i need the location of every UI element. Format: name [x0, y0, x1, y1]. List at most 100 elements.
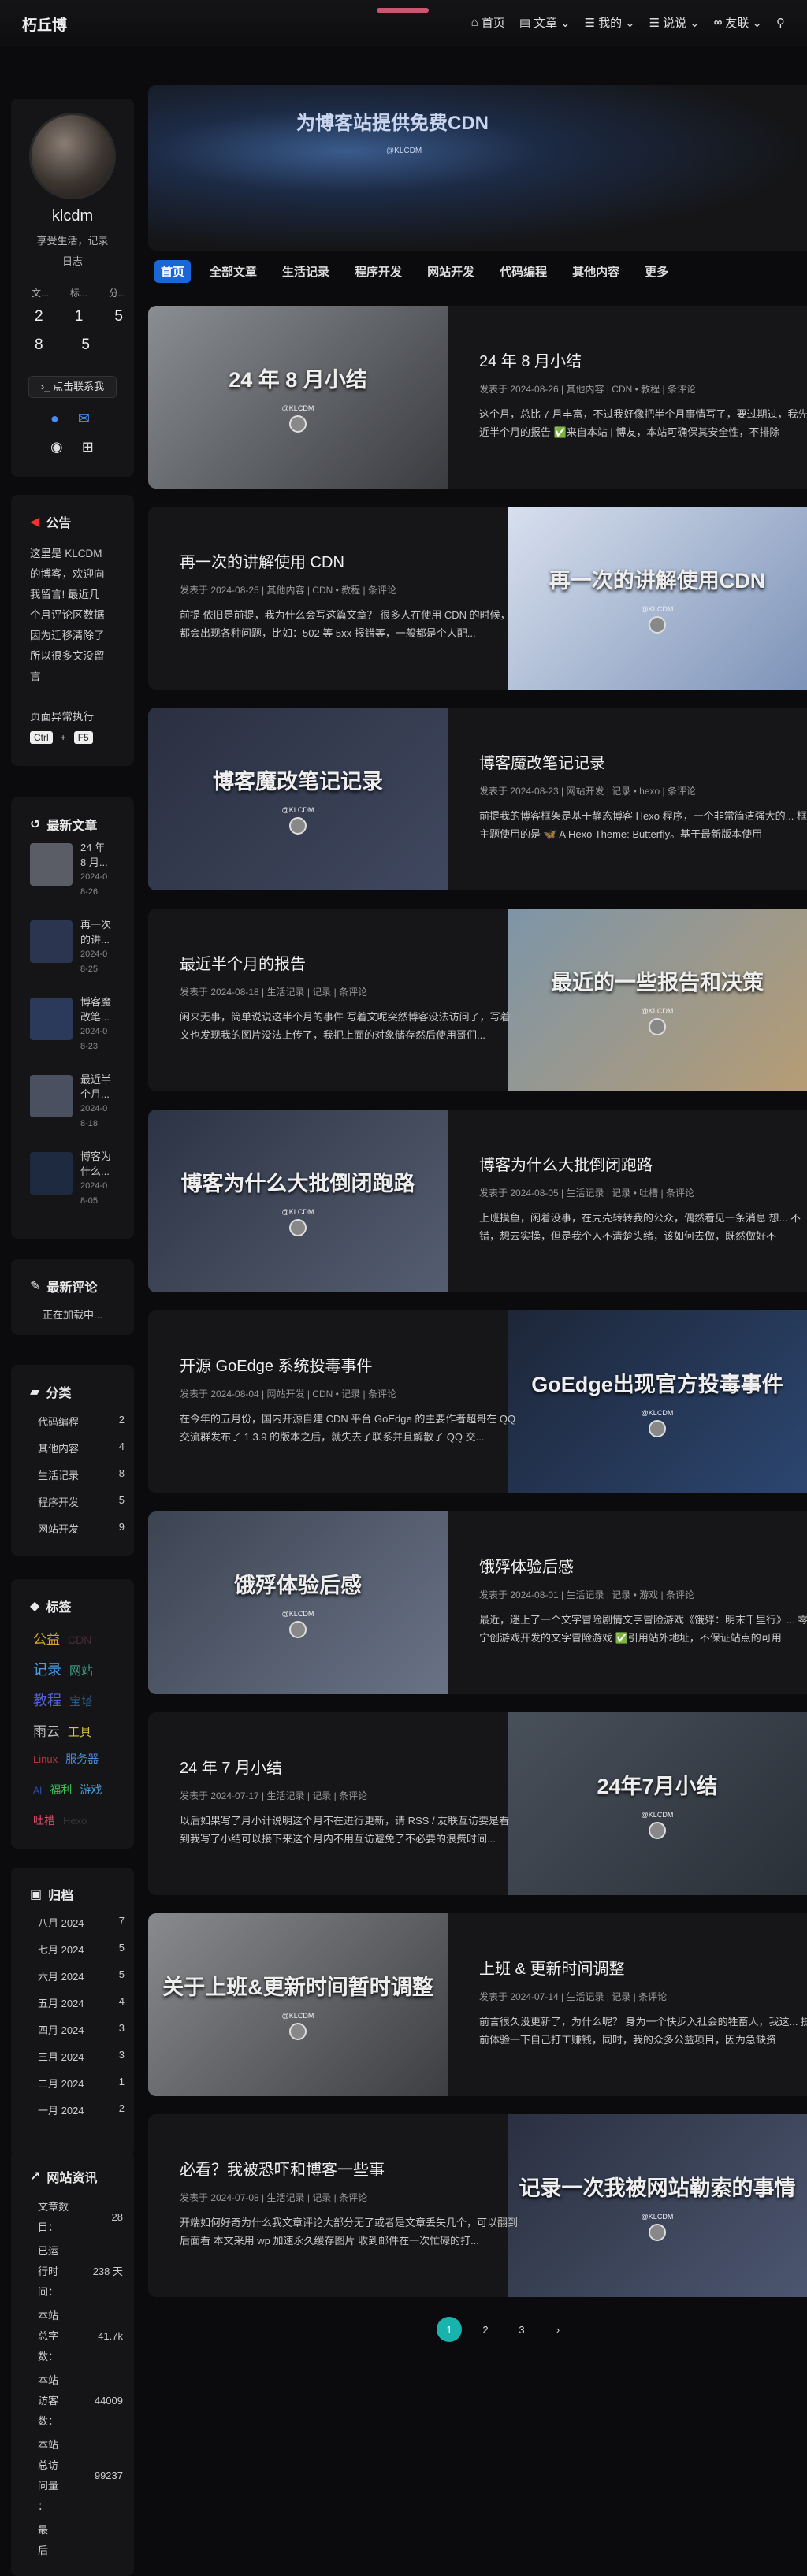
tag-item[interactable]: 吐槽: [33, 1812, 55, 1828]
recent-post-thumb[interactable]: [30, 920, 73, 963]
post-title[interactable]: 24 年 8 月小结: [479, 348, 807, 371]
tag-row: Linux 服务器: [33, 1751, 99, 1767]
tag-item[interactable]: Hexo: [63, 1815, 87, 1827]
recent-post-thumb[interactable]: [30, 843, 73, 886]
archive-item[interactable]: 七月 2024 5: [38, 1942, 125, 1957]
post-title[interactable]: 24 年 7 月小结: [180, 1755, 519, 1778]
tab-7[interactable]: 更多: [638, 260, 675, 283]
category-item[interactable]: 程序开发 5: [38, 1494, 125, 1509]
recent-post-thumb[interactable]: [30, 998, 73, 1040]
tag-item[interactable]: 公益: [33, 1628, 60, 1648]
post-cover[interactable]: 博客魔改笔记记录 @KLCDM: [148, 708, 448, 890]
page-button[interactable]: 1: [437, 2317, 462, 2342]
post-card[interactable]: 24年7月小结 @KLCDM 24 年 7 月小结 发表于 2024-07-17 | …: [148, 1712, 807, 1895]
nav-item-home[interactable]: ⌂ 首页: [471, 14, 505, 31]
tag-item[interactable]: 工具: [68, 1723, 91, 1740]
post-info: 24 年 8 月小结 发表于 2024-08-26 | 其他内容 | CDN • …: [479, 306, 807, 489]
tag-item[interactable]: 雨云: [33, 1720, 60, 1740]
post-cover[interactable]: 24年7月小结 @KLCDM: [508, 1712, 807, 1895]
tag-row: 教程 宝塔: [33, 1689, 93, 1710]
banner-title[interactable]: 为博客站提供免费CDN: [296, 107, 489, 135]
post-card[interactable]: 饿殍体验后感 @KLCDM 饿殍体验后感 发表于 2024-08-01 | 生活记录 …: [148, 1511, 807, 1694]
stat-values[interactable]: 85: [35, 336, 90, 354]
search-icon[interactable]: ⚲: [776, 14, 785, 31]
post-cover[interactable]: GoEdge出现官方投毒事件 @KLCDM: [508, 1310, 807, 1493]
archive-item[interactable]: 八月 2024 7: [38, 1915, 125, 1930]
rss-icon[interactable]: ◉: [50, 439, 63, 455]
post-title[interactable]: 必看？我被恐吓和博客一些事: [180, 2157, 519, 2180]
sitemap-icon[interactable]: ⊞: [82, 439, 94, 455]
post-title[interactable]: 最近半个月的报告: [180, 951, 519, 974]
post-card[interactable]: 博客魔改笔记记录 @KLCDM 博客魔改笔记记录 发表于 2024-08-23 | 网…: [148, 708, 807, 890]
tag-item[interactable]: 游戏: [80, 1782, 102, 1797]
post-cover[interactable]: 博客为什么大批倒闭跑路 @KLCDM: [148, 1110, 448, 1292]
tag-item[interactable]: AI: [33, 1785, 42, 1796]
tab-0[interactable]: 首页: [154, 260, 192, 283]
post-card[interactable]: 最近的一些报告和决策 @KLCDM 最近半个月的报告 发表于 2024-08-18 |…: [148, 909, 807, 1091]
recent-post-item[interactable]: 博客魔 改笔... 2024-0 8-23: [80, 994, 128, 1054]
tag-item[interactable]: 服务器: [65, 1751, 99, 1767]
nav-item-mine[interactable]: ☰ 我的 ⌄: [585, 14, 635, 31]
email-icon[interactable]: ✉: [78, 411, 90, 427]
tag-item[interactable]: 宝塔: [69, 1693, 93, 1709]
nav-item-articles[interactable]: ▤ 文章 ⌄: [519, 14, 571, 31]
post-card[interactable]: 关于上班&更新时间暂时调整 @KLCDM 上班 & 更新时间调整 发表于 2024-0…: [148, 1913, 807, 2096]
tag-item[interactable]: 福利: [50, 1782, 72, 1797]
post-cover[interactable]: 再一次的讲解使用CDN @KLCDM: [508, 507, 807, 690]
github-icon[interactable]: ●: [50, 411, 59, 427]
post-title[interactable]: 饿殍体验后感: [479, 1554, 807, 1577]
tag-item[interactable]: 记录: [33, 1659, 61, 1679]
archive-item[interactable]: 二月 2024 1: [38, 2076, 125, 2091]
post-title[interactable]: 博客魔改笔记记录: [479, 750, 807, 773]
contact-button[interactable]: ›_ 点击联系我: [28, 376, 117, 398]
category-item[interactable]: 代码编程 2: [38, 1414, 125, 1429]
category-item[interactable]: 生活记录 8: [38, 1467, 125, 1482]
archive-item[interactable]: 三月 2024 3: [38, 2049, 125, 2064]
stat-values[interactable]: 215: [35, 308, 123, 325]
archive-item[interactable]: 六月 2024 5: [38, 1968, 125, 1983]
post-card[interactable]: 记录一次我被网站勒索的事情 @KLCDM 必看？我被恐吓和博客一些事 发表于 2024…: [148, 2114, 807, 2297]
tag-item[interactable]: Linux: [33, 1753, 58, 1765]
tag-item[interactable]: 教程: [33, 1689, 61, 1710]
page-button[interactable]: 2: [473, 2317, 498, 2342]
post-title[interactable]: 上班 & 更新时间调整: [479, 1956, 807, 1979]
tag-item[interactable]: 网站: [69, 1662, 93, 1678]
recent-post-thumb[interactable]: [30, 1075, 73, 1117]
post-title[interactable]: 开源 GoEdge 系统投毒事件: [180, 1353, 519, 1376]
tab-2[interactable]: 生活记录: [276, 260, 336, 283]
post-card[interactable]: 再一次的讲解使用CDN @KLCDM 再一次的讲解使用 CDN 发表于 2024-08…: [148, 507, 807, 690]
nav-item-shuoshuo[interactable]: ☰ 说说 ⌄: [649, 14, 700, 31]
post-cover[interactable]: 关于上班&更新时间暂时调整 @KLCDM: [148, 1913, 448, 2096]
post-title[interactable]: 博客为什么大批倒闭跑路: [479, 1152, 807, 1175]
next-page-button[interactable]: ›: [545, 2317, 571, 2342]
post-card[interactable]: 24 年 8 月小结 @KLCDM 24 年 8 月小结 发表于 2024-08-26…: [148, 306, 807, 489]
page-button[interactable]: 3: [509, 2317, 534, 2342]
recent-post-item[interactable]: 24 年 8 月... 2024-0 8-26: [80, 840, 128, 900]
post-cover[interactable]: 记录一次我被网站勒索的事情 @KLCDM: [508, 2114, 807, 2297]
tab-6[interactable]: 其他内容: [566, 260, 626, 283]
nav-item-links[interactable]: ∞ 友联 ⌄: [714, 14, 762, 31]
post-card[interactable]: GoEdge出现官方投毒事件 @KLCDM 开源 GoEdge 系统投毒事件 发表于 …: [148, 1310, 807, 1493]
post-cover[interactable]: 饿殍体验后感 @KLCDM: [148, 1511, 448, 1694]
archive-item[interactable]: 五月 2024 4: [38, 1995, 125, 2010]
tab-1[interactable]: 全部文章: [203, 260, 263, 283]
recent-post-item[interactable]: 博客为 什么... 2024-0 8-05: [80, 1149, 128, 1209]
post-title[interactable]: 再一次的讲解使用 CDN: [180, 549, 519, 572]
tab-5[interactable]: 代码编程: [493, 260, 553, 283]
recent-posts-card: ↺ 最新文章 24 年8 月... 2024-0 8-26 再一次 的讲... 2024-0…: [11, 797, 134, 1239]
post-card[interactable]: 博客为什么大批倒闭跑路 @KLCDM 博客为什么大批倒闭跑路 发表于 2024-08-…: [148, 1110, 807, 1292]
post-cover[interactable]: 最近的一些报告和决策 @KLCDM: [508, 909, 807, 1091]
tab-4[interactable]: 网站开发: [421, 260, 481, 283]
archive-count: 1: [118, 2076, 125, 2087]
recent-post-item[interactable]: 再一次 的讲... 2024-0 8-25: [80, 917, 128, 977]
post-cover[interactable]: 24 年 8 月小结 @KLCDM: [148, 306, 448, 489]
archive-item[interactable]: 一月 2024 2: [38, 2102, 125, 2117]
tag-item[interactable]: CDN: [68, 1634, 91, 1646]
site-brand[interactable]: 朽丘博: [22, 13, 67, 35]
tab-3[interactable]: 程序开发: [348, 260, 408, 283]
archive-item[interactable]: 四月 2024 3: [38, 2022, 125, 2037]
recent-post-thumb[interactable]: [30, 1152, 73, 1195]
recent-post-item[interactable]: 最近半 个月... 2024-0 8-18: [80, 1072, 128, 1132]
category-item[interactable]: 其他内容 4: [38, 1440, 125, 1455]
category-item[interactable]: 网站开发 9: [38, 1521, 125, 1536]
